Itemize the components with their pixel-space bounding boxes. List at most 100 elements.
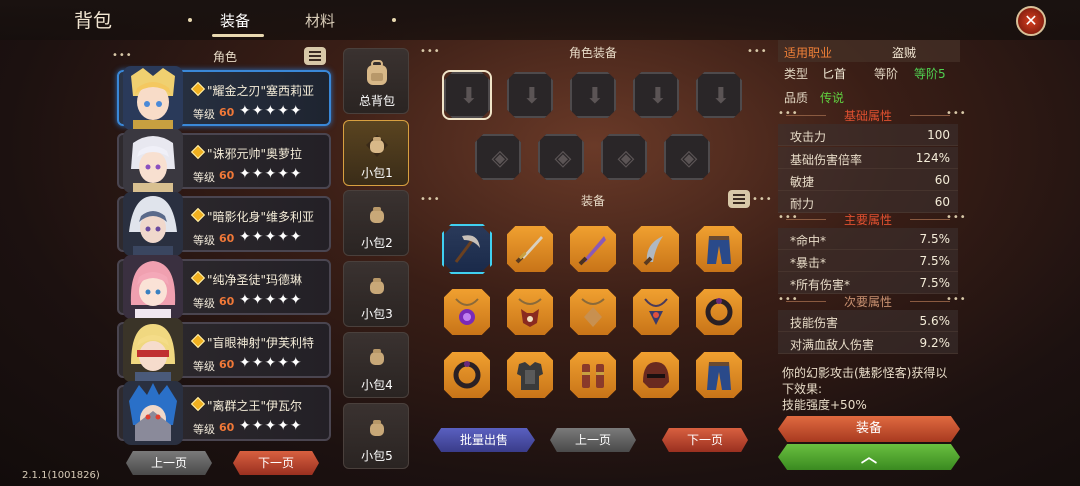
character-name: "诛邪元帅"奥萝拉	[207, 147, 303, 161]
close-button[interactable]: ✕	[1016, 6, 1046, 36]
stat-name: *所有伤害*	[790, 278, 851, 292]
equipment-next-button[interactable]: 下一页	[662, 428, 748, 452]
character-portrait	[123, 381, 183, 445]
close-x-icon: ✕	[1024, 11, 1038, 30]
stat-name: 对满血敌人伤害	[790, 338, 875, 352]
stat-value: 60	[934, 195, 950, 209]
bag-small-4[interactable]: 小包4	[343, 332, 409, 398]
inventory-item-slot[interactable]	[570, 289, 616, 335]
character-card[interactable]: "盲眼神射"伊芙利特 等级 60 ✦✦✦✦✦	[117, 318, 331, 382]
equip-slot-ring-1[interactable]: ◈	[601, 134, 647, 180]
portrait-blonde-girl-icon	[123, 66, 183, 130]
equip-slot-pants[interactable]: ⬇	[696, 72, 742, 118]
portrait-wolf-knight-icon	[123, 381, 183, 445]
character-card[interactable]: "离群之王"伊瓦尔 等级 60 ✦✦✦✦✦	[117, 381, 331, 445]
necklace-icon	[644, 298, 668, 325]
inventory-item-slot[interactable]	[633, 289, 679, 335]
character-portrait	[123, 255, 183, 319]
level-label: 等级	[193, 360, 215, 373]
character-name: "盲眼神射"伊芙利特	[207, 336, 315, 350]
item-description: 你的幻影攻击(魅影怪客)获得以	[782, 366, 948, 380]
equip-slot-amulet[interactable]: ◈	[475, 134, 521, 180]
inventory-item-slot[interactable]	[444, 352, 490, 398]
inventory-item-slot[interactable]	[570, 226, 616, 272]
weapon-slot-icon: ⬇	[459, 84, 479, 109]
stat-name: 基础伤害倍率	[790, 153, 863, 167]
bag-small-3[interactable]: 小包3	[343, 261, 409, 327]
bag-small-2[interactable]: 小包2	[343, 190, 409, 256]
equip-slot-ring-2[interactable]: ◈	[664, 134, 710, 180]
characters-next-button[interactable]: 下一页	[233, 451, 319, 475]
bag-small-1[interactable]: 小包1	[343, 120, 409, 186]
equipment-prev-button[interactable]: 上一页	[550, 428, 636, 452]
character-card[interactable]: "诛邪元帅"奥萝拉 等级 60 ✦✦✦✦✦	[117, 129, 331, 193]
quality-value: 传说	[820, 91, 845, 105]
ornament-dots: •••	[946, 108, 967, 119]
inventory-item-slot[interactable]	[507, 352, 553, 398]
character-name: "暗影化身"维多利亚	[207, 210, 315, 224]
equip-slot-armor[interactable]: ⬇	[570, 72, 616, 118]
sort-list-icon[interactable]	[304, 47, 326, 65]
equip-slot-necklace[interactable]: ◈	[538, 134, 584, 180]
bag-small-5[interactable]: 小包5	[343, 403, 409, 469]
sort-list-icon[interactable]	[728, 190, 750, 208]
stat-row: *所有伤害* 7.5%	[778, 272, 958, 294]
level-label: 等级	[193, 423, 215, 436]
rarity-diamond-icon	[190, 333, 206, 349]
stat-name: 敏捷	[790, 175, 815, 189]
star-rating: ✦✦✦✦✦	[239, 292, 303, 308]
stat-value: 9.2%	[919, 336, 951, 350]
armor-icon	[517, 362, 543, 390]
inventory-item-slot[interactable]	[507, 289, 553, 335]
character-card[interactable]: "纯净圣徒"玛德琳 等级 60 ✦✦✦✦✦	[117, 255, 331, 319]
inventory-item-slot[interactable]	[444, 289, 490, 335]
ornament-dots: •••	[420, 46, 441, 57]
pants-icon	[707, 236, 731, 264]
characters-prev-button[interactable]: 上一页	[126, 451, 212, 475]
character-portrait	[123, 192, 183, 256]
rarity-diamond-icon	[190, 270, 206, 286]
star-rating: ✦✦✦✦✦	[239, 229, 303, 245]
inventory-item-slot[interactable]	[696, 289, 742, 335]
batch-sell-button[interactable]: 批量出售	[433, 428, 535, 452]
portrait-white-hair-girl-icon	[123, 129, 183, 193]
amulet-slot-icon: ◈	[491, 146, 509, 171]
level-value: 60	[219, 421, 235, 434]
inventory-item-slot[interactable]	[507, 226, 553, 272]
stat-row: 技能伤害 5.6%	[778, 310, 958, 332]
inventory-item-slot[interactable]	[633, 352, 679, 398]
level-label: 等级	[193, 108, 215, 121]
tab-materials[interactable]: 材料	[305, 10, 335, 31]
portrait-blindfold-girl-icon	[123, 318, 183, 382]
chevron-up-icon: ︿	[860, 447, 877, 466]
inventory-item-slot[interactable]	[570, 352, 616, 398]
character-card[interactable]: "暗影化身"维多利亚 等级 60 ✦✦✦✦✦	[117, 192, 331, 256]
inventory-item-slot[interactable]	[696, 352, 742, 398]
inventory-item-slot[interactable]	[633, 226, 679, 272]
portrait-hooded-girl-icon	[123, 192, 183, 256]
ring-slot-icon: ◈	[680, 146, 698, 171]
character-card[interactable]: "耀金之刃"塞西莉亚 等级 60 ✦✦✦✦✦	[117, 66, 331, 130]
equip-slot-gloves[interactable]: ⬇	[633, 72, 679, 118]
quality-label: 品质	[784, 91, 809, 105]
inventory-item-slot[interactable]	[696, 226, 742, 272]
bag-total[interactable]: 总背包	[343, 48, 409, 114]
equip-button[interactable]: 装备	[778, 416, 960, 442]
equip-slot-helmet[interactable]: ⬇	[507, 72, 553, 118]
ring-icon	[453, 361, 481, 389]
character-portrait	[123, 66, 183, 130]
stat-row: 对满血敌人伤害 9.2%	[778, 332, 958, 354]
pouch-icon	[370, 207, 384, 223]
tab-equipment[interactable]: 装备	[220, 10, 250, 31]
upgrade-button[interactable]: ︿	[778, 444, 960, 470]
secondary-attributes-header: 次要属性	[778, 293, 958, 309]
equip-slot-weapon[interactable]: ⬇	[444, 72, 490, 118]
star-rating: ✦✦✦✦✦	[239, 355, 303, 371]
tier-value: 等阶5	[914, 67, 946, 81]
level-value: 60	[219, 169, 235, 182]
bag-label: 小包2	[361, 236, 393, 250]
pouch-icon	[370, 278, 384, 294]
bull-amulet-icon	[518, 298, 542, 327]
star-rating: ✦✦✦✦✦	[239, 418, 303, 434]
blade-icon	[578, 236, 606, 266]
